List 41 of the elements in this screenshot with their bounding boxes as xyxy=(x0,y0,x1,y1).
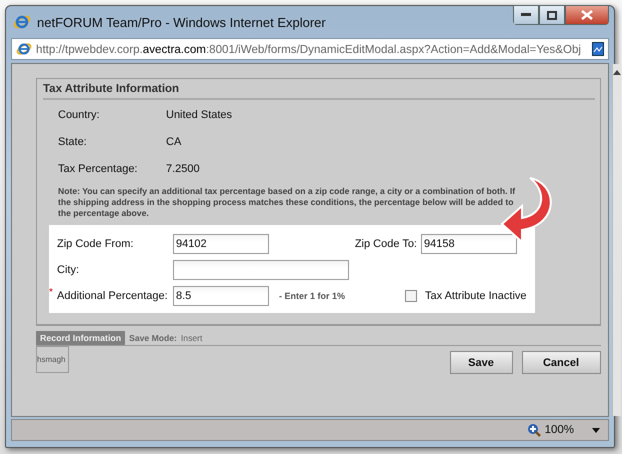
zip-from-field[interactable]: 94102 xyxy=(173,234,269,254)
scroll-up-icon[interactable] xyxy=(612,70,621,75)
field-value: CA xyxy=(166,136,182,148)
url-text: :8001/iWeb/forms/DynamicEditModal.aspx?Action=Add&Modal=Yes&Obj xyxy=(206,42,582,56)
close-icon xyxy=(581,10,593,20)
zoom-icon[interactable] xyxy=(526,423,541,437)
dropdown-caret-icon[interactable] xyxy=(592,428,600,432)
save-mode-label: Save Mode: xyxy=(129,333,177,343)
note-text: Note: You can specify an additional tax percentage based on a zip code range, a city or a combination of both. If the shipping address in the shopping process matches these conditions, the percentage below will be added to the percentage above. xyxy=(58,186,516,219)
browser-logo-icon xyxy=(13,13,31,31)
required-mark: * xyxy=(49,287,53,298)
save-mode-value: Insert xyxy=(180,333,202,343)
hint-text: - Enter 1 for 1% xyxy=(279,291,346,301)
maximize-icon xyxy=(547,10,557,20)
url-text: http://tpwebdev.corp. xyxy=(36,42,143,56)
field-label: City: xyxy=(57,264,80,276)
page-icon xyxy=(592,42,604,56)
maximize-button[interactable] xyxy=(539,5,565,25)
checkbox-label: Tax Attribute Inactive xyxy=(425,290,527,302)
field-label: Zip Code To: xyxy=(354,238,417,250)
additional-percentage-field[interactable]: 8.5 xyxy=(173,286,269,306)
address-bar[interactable]: http://tpwebdev.corp.avectra.com:8001/iWeb/forms/DynamicEditModal.aspx?Action=Add&Modal=Yes&Obj xyxy=(11,38,609,60)
minimize-icon xyxy=(521,13,531,17)
minimize-button[interactable] xyxy=(513,5,539,25)
browser-logo-icon xyxy=(16,41,32,57)
section-title: Tax Attribute Information xyxy=(43,83,595,100)
window-title: netFORUM Team/Pro - Windows Internet Explorer xyxy=(37,14,327,30)
field-label: Tax Percentage: xyxy=(58,163,138,175)
field-value: 7.2500 xyxy=(166,163,201,175)
city-field[interactable] xyxy=(173,260,349,280)
zoom-level[interactable]: 100% xyxy=(544,424,574,436)
url-text: avectra.com xyxy=(142,42,206,56)
field-value: United States xyxy=(166,109,234,121)
field-label: Zip Code From: xyxy=(57,238,134,250)
field-label: State: xyxy=(58,136,88,148)
field-label: Country: xyxy=(58,109,101,121)
cancel-button[interactable]: Cancel xyxy=(522,351,601,374)
zip-to-field[interactable]: 94158 xyxy=(421,234,517,254)
close-button[interactable] xyxy=(565,5,609,25)
save-button[interactable]: Save xyxy=(450,351,513,374)
user-name: hsmagh xyxy=(36,346,69,373)
